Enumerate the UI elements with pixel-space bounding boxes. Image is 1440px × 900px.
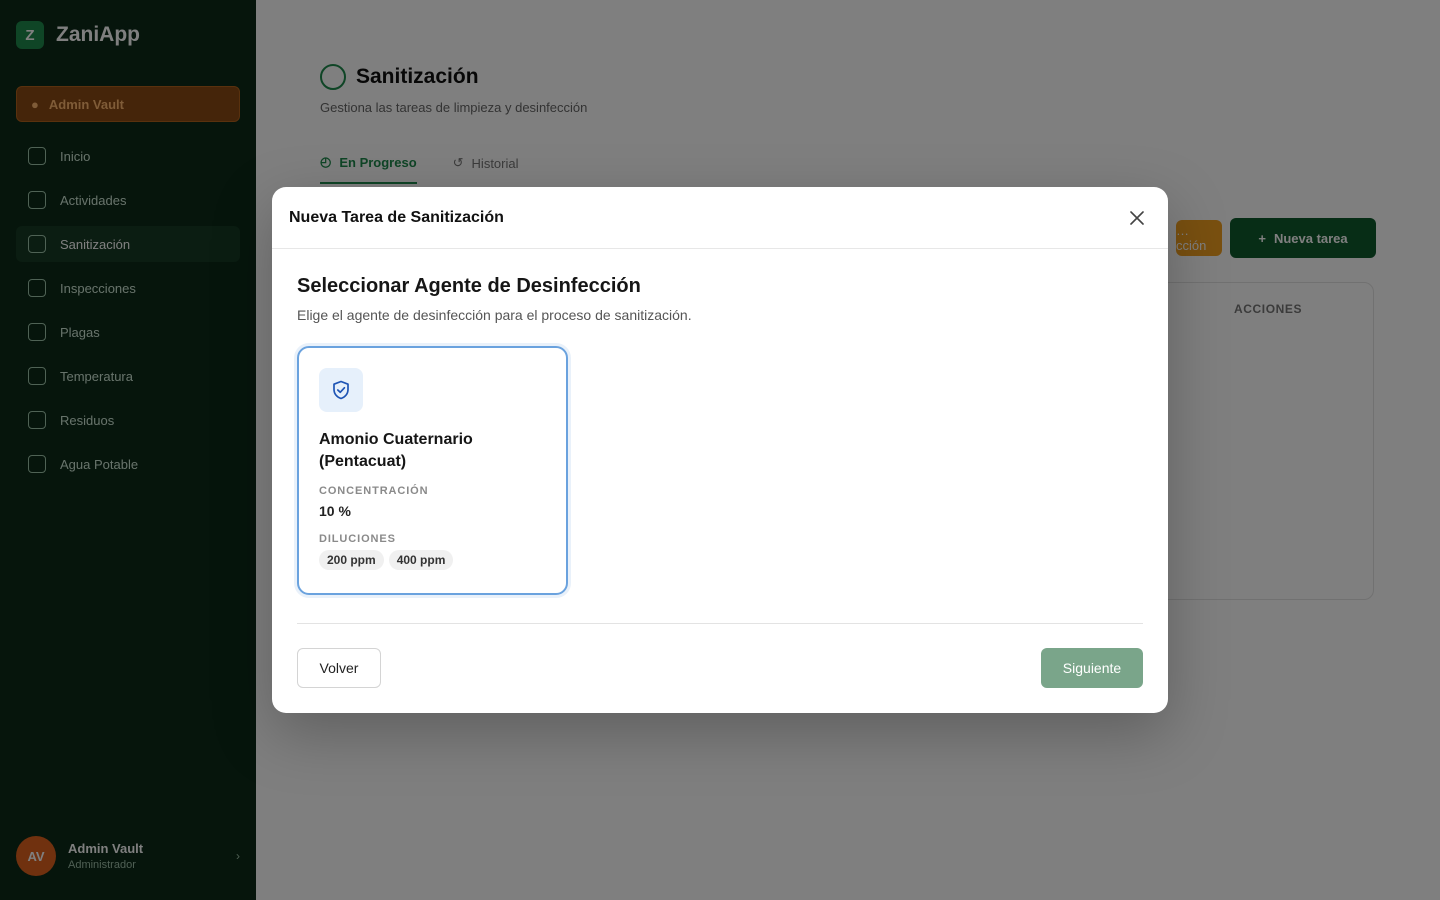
shield-check-icon: [333, 380, 349, 400]
agent-icon-wrapper: [319, 368, 363, 412]
dilutions-label: DILUCIONES: [319, 533, 396, 545]
dilution-chip: 200 ppm: [319, 550, 384, 570]
footer-divider: [297, 623, 1143, 624]
step-title: Seleccionar Agente de Desinfección: [297, 275, 641, 297]
dilution-chip: 400 ppm: [388, 550, 454, 570]
close-icon: [1130, 210, 1144, 225]
modal-title: Nueva Tarea de Sanitización: [289, 208, 504, 226]
step-subtitle: Elige el agente de desinfección para el …: [297, 307, 692, 323]
back-button[interactable]: Volver: [297, 648, 381, 688]
close-button[interactable]: [1123, 204, 1151, 232]
modal-body: Seleccionar Agente de Desinfección Elige…: [272, 249, 1168, 595]
modal-header: Nueva Tarea de Sanitización: [272, 187, 1168, 249]
next-button[interactable]: Siguiente: [1041, 648, 1143, 688]
dilution-chips: 200 ppm 400 ppm: [319, 550, 546, 570]
concentration-value: 10 %: [319, 503, 351, 519]
new-sanitization-task-modal: Nueva Tarea de Sanitización Seleccionar …: [272, 187, 1168, 713]
concentration-label: CONCENTRACIÓN: [319, 485, 429, 497]
agent-name: Amonio Cuaternario (Pentacuat): [319, 431, 473, 470]
agent-card-amonio-cuaternario[interactable]: Amonio Cuaternario (Pentacuat) CONCENTRA…: [297, 346, 568, 595]
